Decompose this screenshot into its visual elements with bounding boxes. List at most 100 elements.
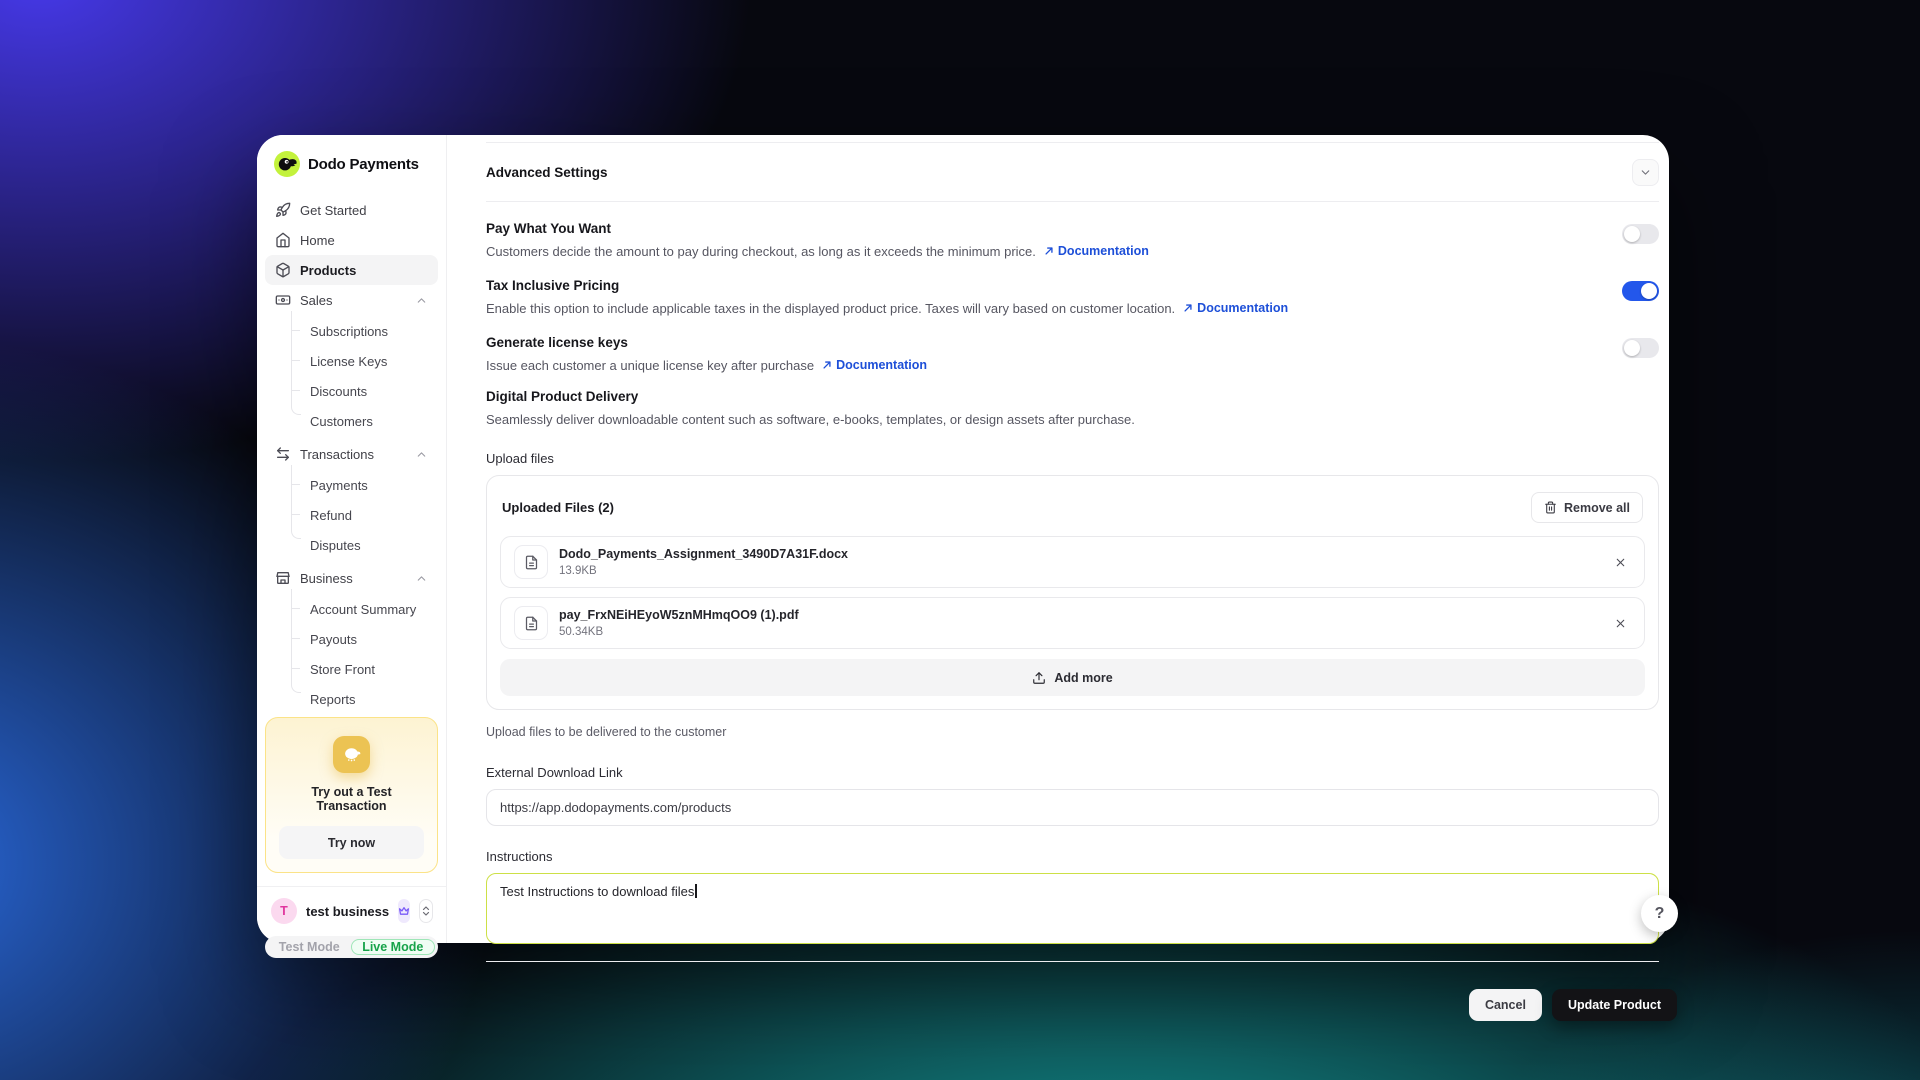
sidebar: Dodo Payments Get Started Home Products … bbox=[257, 135, 447, 958]
add-more-label: Add more bbox=[1054, 670, 1113, 685]
sidebar-item-store-front[interactable]: Store Front bbox=[265, 654, 438, 684]
advanced-settings-header[interactable]: Advanced Settings bbox=[486, 143, 1659, 202]
upload-files-label: Upload files bbox=[486, 451, 554, 466]
remove-file-button[interactable] bbox=[1610, 552, 1631, 573]
mode-toggle: Test Mode Live Mode bbox=[265, 936, 438, 958]
setting-title: Generate license keys bbox=[486, 335, 628, 350]
app-window: Dodo Payments Get Started Home Products … bbox=[257, 135, 1678, 1021]
test-transaction-card: Try out a Test Transaction Try now bbox=[265, 717, 438, 873]
sidebar-item-discounts[interactable]: Discounts bbox=[265, 376, 438, 406]
uploaded-files-header: Uploaded Files (2) Remove all bbox=[500, 489, 1645, 536]
bottom-divider bbox=[486, 961, 1659, 962]
sidebar-item-label: License Keys bbox=[310, 353, 388, 369]
digital-product-delivery: Digital Product Delivery Seamlessly deli… bbox=[486, 389, 1659, 427]
file-icon bbox=[514, 606, 548, 640]
crown-badge[interactable] bbox=[398, 899, 411, 923]
delivery-title: Digital Product Delivery bbox=[486, 389, 639, 404]
sidebar-item-reports[interactable]: Reports bbox=[265, 684, 438, 714]
advanced-settings-title: Advanced Settings bbox=[486, 165, 608, 180]
sidebar-item-label: Sales bbox=[300, 292, 333, 308]
sidebar-item-payouts[interactable]: Payouts bbox=[265, 624, 438, 654]
instructions-value: Test Instructions to download files bbox=[500, 884, 695, 899]
file-size: 50.34KB bbox=[559, 626, 604, 638]
documentation-link[interactable]: Documentation bbox=[822, 358, 927, 372]
business-name: test business bbox=[306, 903, 390, 919]
avatar: T bbox=[271, 898, 297, 924]
sidebar-item-account-summary[interactable]: Account Summary bbox=[265, 594, 438, 624]
business-account-row[interactable]: T test business bbox=[257, 886, 446, 933]
instructions-textarea[interactable]: Test Instructions to download files bbox=[486, 873, 1659, 944]
setting-pay-what-you-want: Pay What You Want Customers decide the a… bbox=[486, 221, 1659, 259]
upload-icon bbox=[1033, 671, 1046, 684]
footer-actions: Cancel Update Product bbox=[486, 989, 1677, 1021]
remove-all-button[interactable]: Remove all bbox=[1530, 492, 1643, 523]
chevron-up-icon bbox=[415, 448, 428, 461]
package-icon bbox=[275, 262, 291, 278]
collapse-section-button[interactable] bbox=[1632, 159, 1659, 186]
remove-file-button[interactable] bbox=[1610, 613, 1631, 634]
file-meta: Dodo_Payments_Assignment_3490D7A31F.docx… bbox=[559, 547, 848, 577]
setting-desc-text: Issue each customer a unique license key… bbox=[486, 358, 815, 373]
external-link-icon bbox=[1045, 247, 1053, 255]
sidebar-item-label: Payouts bbox=[310, 631, 357, 647]
toggle-knob bbox=[1624, 340, 1640, 356]
live-mode-button[interactable]: Live Mode bbox=[350, 939, 435, 955]
storefront-icon bbox=[275, 570, 291, 586]
sidebar-item-products[interactable]: Products bbox=[265, 255, 438, 285]
setting-desc-text: Enable this option to include applicable… bbox=[486, 301, 1176, 316]
chevrons-up-down-icon[interactable] bbox=[419, 899, 434, 923]
upload-caption: Upload files to be delivered to the cust… bbox=[486, 725, 727, 739]
generate-license-keys-toggle[interactable] bbox=[1622, 338, 1659, 358]
text-caret bbox=[695, 884, 697, 898]
sidebar-item-label: Customers bbox=[310, 413, 373, 429]
sidebar-item-label: Business bbox=[300, 570, 353, 586]
sales-subitems: Subscriptions License Keys Discounts Cus… bbox=[265, 311, 438, 439]
main-content: Advanced Settings Pay What You Want Cust… bbox=[447, 135, 1677, 1021]
tax-inclusive-pricing-toggle[interactable] bbox=[1622, 281, 1659, 301]
sidebar-item-label: Store Front bbox=[310, 661, 376, 677]
banknote-icon bbox=[275, 292, 291, 308]
sidebar-item-home[interactable]: Home bbox=[265, 225, 438, 255]
sidebar-item-label: Transactions bbox=[300, 446, 374, 462]
cancel-button[interactable]: Cancel bbox=[1468, 989, 1542, 1021]
dodo-logo-icon bbox=[274, 151, 300, 177]
file-icon bbox=[514, 545, 548, 579]
arrows-swap-icon bbox=[275, 446, 291, 462]
toggle-knob bbox=[1624, 226, 1640, 242]
documentation-link[interactable]: Documentation bbox=[1044, 244, 1149, 258]
file-row: Dodo_Payments_Assignment_3490D7A31F.docx… bbox=[500, 536, 1645, 588]
sidebar-item-payments[interactable]: Payments bbox=[265, 470, 438, 500]
uploaded-files-title: Uploaded Files (2) bbox=[502, 500, 614, 515]
file-meta: pay_FrxNEiHEyoW5znMHmqOO9 (1).pdf 50.34K… bbox=[559, 608, 799, 638]
update-product-button[interactable]: Update Product bbox=[1551, 989, 1677, 1021]
external-download-link-input[interactable] bbox=[486, 789, 1659, 826]
sidebar-item-license-keys[interactable]: License Keys bbox=[265, 346, 438, 376]
sidebar-item-refund[interactable]: Refund bbox=[265, 500, 438, 530]
documentation-link[interactable]: Documentation bbox=[1183, 301, 1288, 315]
sidebar-item-label: Discounts bbox=[310, 383, 368, 399]
chevron-down-icon bbox=[1641, 170, 1650, 175]
dodo-yellow-icon bbox=[333, 736, 370, 773]
add-more-button[interactable]: Add more bbox=[500, 659, 1645, 696]
file-size: 13.9KB bbox=[559, 565, 597, 577]
test-mode-button[interactable]: Test Mode bbox=[268, 939, 351, 955]
sidebar-item-get-started[interactable]: Get Started bbox=[265, 195, 438, 225]
external-link-icon bbox=[1184, 304, 1192, 312]
try-now-button[interactable]: Try now bbox=[279, 826, 424, 859]
help-button[interactable]: ? bbox=[1641, 895, 1678, 932]
documentation-label: Documentation bbox=[1057, 244, 1149, 258]
sidebar-item-disputes[interactable]: Disputes bbox=[265, 530, 438, 560]
pay-what-you-want-toggle[interactable] bbox=[1622, 224, 1659, 244]
sidebar-item-label: Reports bbox=[310, 691, 356, 707]
sidebar-item-customers[interactable]: Customers bbox=[265, 406, 438, 436]
documentation-label: Documentation bbox=[1197, 301, 1289, 315]
setting-title: Pay What You Want bbox=[486, 221, 612, 236]
setting-text: Tax Inclusive Pricing Enable this option… bbox=[486, 278, 1288, 316]
sidebar-item-label: Payments bbox=[310, 477, 368, 493]
chevron-up-icon bbox=[415, 572, 428, 585]
test-transaction-title: Try out a Test Transaction bbox=[311, 785, 392, 813]
sidebar-item-subscriptions[interactable]: Subscriptions bbox=[265, 316, 438, 346]
rocket-icon bbox=[275, 202, 291, 218]
close-icon bbox=[1616, 558, 1625, 566]
setting-text: Pay What You Want Customers decide the a… bbox=[486, 221, 1149, 259]
